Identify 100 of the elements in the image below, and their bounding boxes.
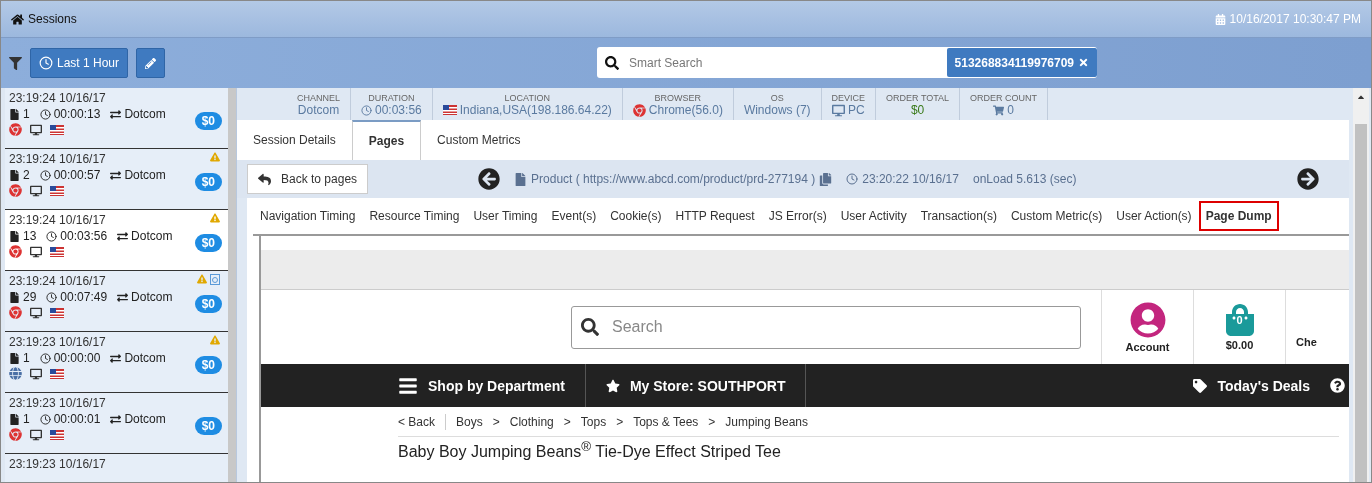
next-page-icon[interactable]: [1297, 168, 1319, 190]
shop-by-department-link[interactable]: Shop by Department: [261, 364, 586, 407]
sub-tab[interactable]: Transaction(s): [913, 201, 1004, 231]
time-filter-button[interactable]: Last 1 Hour: [30, 48, 129, 78]
summary-label: ORDER COUNT: [970, 93, 1038, 103]
clock-icon: [46, 291, 58, 303]
home-icon: [11, 12, 24, 26]
date-time: 10/16/2017 10:30:47 PM: [1214, 12, 1361, 26]
us-flag-icon: [50, 185, 64, 196]
order-amount: $0: [194, 295, 222, 313]
summary-label: DEVICE: [831, 93, 866, 103]
page-icon: [9, 169, 20, 181]
session-duration: 00:00:13: [39, 107, 101, 121]
page-icon: [9, 352, 20, 364]
order-amount: $0: [194, 173, 222, 191]
account-icon[interactable]: [1129, 301, 1166, 338]
summary-value: PC: [832, 103, 865, 117]
sub-tab[interactable]: Custom Metric(s): [1003, 201, 1110, 231]
sub-tab[interactable]: Resource Timing: [362, 201, 467, 231]
page-icon: [9, 291, 20, 303]
session-item[interactable]: 23:19:23 10/16/17: [5, 454, 228, 482]
shop-search-field[interactable]: Search: [571, 305, 1081, 349]
shopping-bag-icon[interactable]: [1223, 303, 1256, 336]
session-channel: Dotcom: [110, 168, 166, 182]
breadcrumb-link[interactable]: Tops: [580, 414, 607, 429]
session-channel: Dotcom: [110, 412, 166, 426]
session-item[interactable]: 23:19:24 10/16/17 29 00:07:49 Dotcom $0: [5, 271, 228, 332]
monitor-icon: [30, 123, 42, 136]
tab[interactable]: Pages: [351, 120, 422, 160]
session-item[interactable]: 23:19:24 10/16/17 2 00:00:57 Dotcom $0: [5, 149, 228, 210]
session-duration: 00:00:01: [39, 412, 101, 426]
cart-count: 0: [1235, 313, 1244, 326]
breadcrumb-link[interactable]: Tops & Tees: [633, 414, 699, 429]
smart-search-field[interactable]: Smart Search 513268834119976709: [597, 47, 1097, 78]
copy-icon[interactable]: [819, 172, 833, 186]
page-count: 1: [9, 351, 30, 365]
order-amount: $0: [194, 356, 222, 374]
sub-tab[interactable]: Page Dump: [1198, 201, 1279, 231]
sub-tab[interactable]: User Activity: [833, 201, 914, 231]
summary-label: CHANNEL: [297, 93, 340, 103]
session-item[interactable]: 23:19:23 10/16/17 1 00:00:00 Dotcom $0: [5, 332, 228, 393]
exchange-icon: [110, 352, 122, 364]
clock-icon: [39, 108, 51, 120]
session-item[interactable]: 23:19:24 10/16/17 1 00:00:13 Dotcom $0: [5, 88, 228, 149]
order-amount: $0: [194, 112, 222, 130]
sub-tab[interactable]: Cookie(s): [603, 201, 669, 231]
sub-tab[interactable]: HTTP Request: [668, 201, 762, 231]
sub-tab[interactable]: Navigation Timing: [253, 201, 363, 231]
calendar-icon: [1214, 13, 1226, 25]
sub-tab[interactable]: User Timing: [466, 201, 545, 231]
breadcrumb-separator: >: [492, 414, 500, 429]
clock-icon: [39, 352, 51, 364]
sub-tab[interactable]: User Action(s): [1109, 201, 1199, 231]
scrollbar-thumb[interactable]: [1355, 124, 1367, 482]
us-flag-icon: [442, 105, 457, 115]
clock-icon: [39, 169, 51, 181]
breadcrumb-separator: >: [563, 414, 571, 429]
checkout-label: Che: [1296, 336, 1317, 348]
session-item[interactable]: 23:19:24 10/16/17 13 00:03:56 Dotcom $0: [5, 210, 228, 271]
exchange-icon: [110, 108, 122, 120]
my-store-link[interactable]: My Store: SOUTHPORT: [585, 364, 807, 407]
sub-tab[interactable]: JS Error(s): [761, 201, 834, 231]
close-icon: [1078, 57, 1089, 68]
us-flag-icon: [50, 429, 64, 440]
monitor-icon: [832, 103, 845, 117]
help-icon[interactable]: [1330, 378, 1345, 393]
breadcrumb-link[interactable]: Clothing: [509, 414, 554, 429]
us-flag-icon: [50, 368, 64, 379]
page-count: 2: [9, 168, 30, 182]
sub-tab[interactable]: Event(s): [544, 201, 604, 231]
breadcrumb-link[interactable]: Jumping Beans: [725, 414, 809, 429]
menu-icon: [398, 375, 418, 396]
exchange-icon: [110, 413, 122, 425]
clock-icon: [361, 104, 372, 116]
page-time: 23:20:22 10/16/17: [846, 172, 959, 186]
breadcrumb-separator: >: [708, 414, 716, 429]
search-token[interactable]: 513268834119976709: [946, 48, 1097, 77]
session-time: 23:19:24 10/16/17: [9, 213, 107, 227]
summary-value: Chrome(56.0): [632, 103, 723, 117]
exchange-icon: [117, 291, 129, 303]
breadcrumb-link[interactable]: < Back: [398, 414, 436, 429]
product-title: Baby Boy Jumping Beans$^{®}$ Tie-Dye Effect Striped Tee: [398, 438, 782, 462]
session-item[interactable]: 23:19:23 10/16/17 1 00:00:01 Dotcom $0: [5, 393, 228, 454]
tag-icon: [1193, 378, 1208, 393]
todays-deals-link[interactable]: Today's Deals: [1173, 364, 1330, 407]
previous-page-icon[interactable]: [478, 168, 501, 190]
edit-button[interactable]: [136, 48, 166, 78]
session-duration: 00:00:00: [39, 351, 101, 365]
session-time: 23:19:24 10/16/17: [9, 152, 107, 166]
breadcrumb-link[interactable]: Boys: [456, 414, 483, 429]
window-title: Sessions: [11, 12, 77, 26]
back-to-pages-button[interactable]: Back to pages: [247, 164, 369, 194]
page-icon: [9, 108, 20, 120]
exchange-icon: [110, 169, 122, 181]
order-amount: $0: [194, 234, 222, 252]
session-channel: Dotcom: [117, 229, 173, 243]
summary-label: ORDER TOTAL: [886, 93, 950, 103]
summary-value: Dotcom: [297, 103, 340, 117]
session-time: 23:19:23 10/16/17: [9, 335, 107, 349]
page-count: 29: [9, 290, 37, 304]
